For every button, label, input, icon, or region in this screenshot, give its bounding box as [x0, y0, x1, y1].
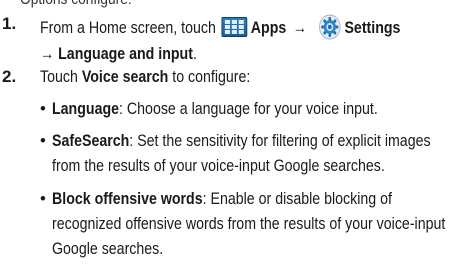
step-1-line-1: From a Home screen, touch Apps → Setting…	[40, 14, 400, 40]
step-text: From a Home screen, touch	[40, 19, 216, 37]
bullet-line: SafeSearch: Set the sensitivity for filt…	[52, 131, 431, 151]
step-number: 1.	[2, 14, 17, 33]
period: .	[192, 45, 197, 63]
bullet-line: Google searches.	[52, 239, 163, 259]
step-2-line: Touch Voice search to configure:	[40, 67, 250, 87]
apps-label: Apps	[250, 19, 287, 37]
bullet-dot-icon: •	[40, 100, 46, 118]
step-1-line-2: → Language and input.	[40, 44, 197, 64]
bullet-line: Language: Choose a language for your voi…	[52, 99, 378, 119]
intro-cut-text: Options configure:	[20, 0, 132, 9]
voice-search-label: Voice search	[81, 68, 169, 86]
bullet-text: : Set the sensitivity for filtering of e…	[129, 132, 431, 150]
bullet-line: from the results of your voice-input Goo…	[52, 156, 385, 176]
apps-grid-icon	[221, 17, 248, 37]
bullet-dot-icon: •	[40, 132, 46, 150]
step-text: Touch	[40, 68, 82, 86]
arrow-right-icon: →	[292, 19, 307, 37]
step-number: 2.	[2, 67, 17, 86]
step-text: to configure:	[168, 68, 251, 86]
bullet-text: recognized offensive words from the resu…	[52, 215, 446, 233]
language-and-input-label: Language and input	[58, 45, 193, 63]
bullet-line: recognized offensive words from the resu…	[52, 214, 445, 234]
bullet-text: : Enable or disable blocking of	[202, 190, 392, 208]
settings-label: Settings	[344, 19, 401, 37]
bullet-term: Language	[52, 100, 120, 118]
bullet-term: SafeSearch	[52, 132, 130, 150]
bullet-text: : Choose a language for your voice input…	[119, 100, 378, 118]
bullet-line: Block offensive words: Enable or disable…	[52, 189, 392, 209]
bullet-term: Block offensive words	[52, 190, 203, 208]
settings-gear-icon	[319, 14, 341, 40]
arrow-right-icon: →	[40, 45, 55, 63]
bullet-text: from the results of your voice-input Goo…	[52, 157, 385, 175]
bullet-dot-icon: •	[40, 190, 46, 208]
help-page: Options configure: 1. From a Home screen…	[0, 0, 474, 272]
bullet-text: Google searches.	[52, 240, 164, 258]
